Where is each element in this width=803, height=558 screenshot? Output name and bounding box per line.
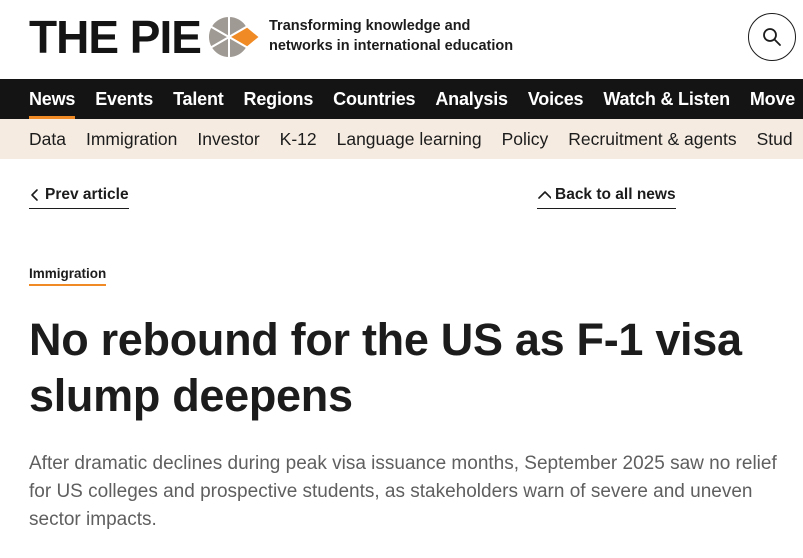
prev-article-link[interactable]: Prev article	[29, 186, 129, 209]
nav-item-regions[interactable]: Regions	[244, 79, 314, 119]
secondary-nav: Data Immigration Investor K-12 Language …	[0, 119, 803, 159]
logo-text: THE PIE	[29, 11, 202, 63]
chevron-left-icon	[31, 189, 38, 201]
nav-item-move[interactable]: Move	[750, 79, 795, 119]
article-headline: No rebound for the US as F-1 visa slump …	[29, 314, 742, 421]
search-button[interactable]	[748, 13, 796, 61]
chevron-up-icon	[538, 191, 551, 199]
article-standfirst: After dramatic declines during peak visa…	[29, 453, 777, 530]
subnav-item-k12[interactable]: K-12	[280, 119, 317, 159]
category-tag[interactable]: Immigration	[29, 266, 107, 286]
nav-item-voices[interactable]: Voices	[528, 79, 584, 119]
prev-article-label: Prev article	[45, 186, 129, 203]
site-logo[interactable]: THE PIE	[29, 14, 261, 60]
nav-item-news[interactable]: News	[29, 82, 75, 119]
pie-logo-icon	[206, 14, 261, 60]
tagline-line-2: networks in international education	[269, 38, 514, 54]
subnav-item-investor[interactable]: Investor	[197, 119, 259, 159]
nav-item-talent[interactable]: Talent	[173, 79, 224, 119]
subnav-item-language-learning[interactable]: Language learning	[337, 119, 482, 159]
subnav-item-recruitment-agents[interactable]: Recruitment & agents	[568, 119, 736, 159]
back-to-news-label: Back to all news	[555, 186, 676, 203]
back-to-news-link[interactable]: Back to all news	[537, 186, 676, 209]
site-tagline: Transforming knowledge and networks in i…	[269, 16, 529, 56]
subnav-item-policy[interactable]: Policy	[502, 119, 549, 159]
search-icon	[763, 28, 781, 46]
subnav-item-students[interactable]: Stud	[757, 119, 793, 159]
subnav-item-data[interactable]: Data	[29, 119, 66, 159]
nav-item-analysis[interactable]: Analysis	[435, 79, 508, 119]
nav-item-events[interactable]: Events	[95, 79, 153, 119]
primary-nav: News Events Talent Regions Countries Ana…	[0, 79, 803, 119]
subnav-item-immigration[interactable]: Immigration	[86, 119, 177, 159]
nav-item-watch-listen[interactable]: Watch & Listen	[603, 79, 730, 119]
article-navigation: Prev article Back to all news	[0, 186, 803, 212]
nav-item-countries[interactable]: Countries	[333, 79, 415, 119]
tagline-line-1: Transforming knowledge and	[269, 18, 471, 34]
site-header: THE PIE Transforming knowledge and netwo…	[0, 0, 803, 79]
